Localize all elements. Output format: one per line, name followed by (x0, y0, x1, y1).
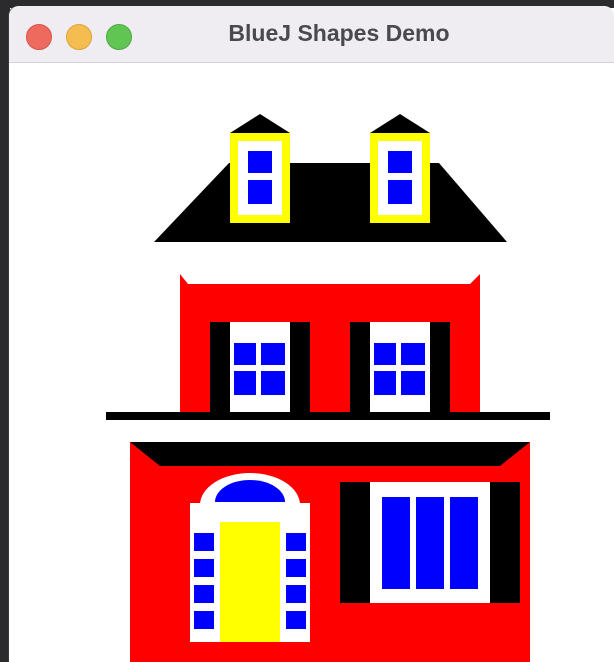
floor-divider (106, 412, 550, 420)
window-frame (370, 322, 430, 412)
title-bar[interactable]: BlueJ Shapes Demo (9, 6, 614, 63)
window-pane (416, 497, 444, 589)
window-pane (234, 371, 256, 395)
shutter (490, 482, 520, 603)
window-title: BlueJ Shapes Demo (228, 20, 450, 46)
window-pane (401, 371, 425, 395)
ground-floor-cornice (130, 442, 530, 466)
sidelight-pane (286, 533, 306, 551)
sidelight-pane (286, 559, 306, 577)
ground-window (340, 482, 520, 603)
shutter (290, 322, 310, 412)
sidelight-pane (194, 585, 214, 603)
window-pane (450, 497, 478, 589)
shutter (340, 482, 370, 603)
window-frame (230, 322, 290, 412)
window-pane (401, 343, 425, 365)
shutter (350, 322, 370, 412)
sidelight-pane (286, 611, 306, 629)
shutter (210, 322, 230, 412)
window-pane (234, 343, 256, 365)
dormer-left-pane-bottom (248, 180, 272, 204)
dormer-left (230, 114, 290, 223)
sidelight-pane (194, 611, 214, 629)
dormer-left-peak (230, 114, 290, 133)
dormer-right (370, 114, 430, 223)
sidelight-pane (286, 585, 306, 603)
dormer-right-pane-top (388, 151, 412, 173)
window-pane (382, 497, 410, 589)
window-pane (374, 371, 396, 395)
house-drawing (106, 114, 550, 662)
window-pane (374, 343, 396, 365)
window-pane (261, 371, 285, 395)
window-pane (261, 343, 285, 365)
drawing-canvas (9, 63, 614, 662)
app-window: BlueJ Shapes Demo (9, 6, 614, 662)
dormer-right-pane-bottom (388, 180, 412, 204)
shutter (430, 322, 450, 412)
sidelight-pane (194, 533, 214, 551)
door-panel (220, 522, 280, 642)
middle-window-left (210, 322, 310, 412)
dormer-left-pane-top (248, 151, 272, 173)
top-roof (154, 163, 507, 242)
middle-window-right (350, 322, 450, 412)
sidelight-pane (194, 559, 214, 577)
front-door (190, 473, 310, 642)
dormer-right-peak (370, 114, 430, 133)
